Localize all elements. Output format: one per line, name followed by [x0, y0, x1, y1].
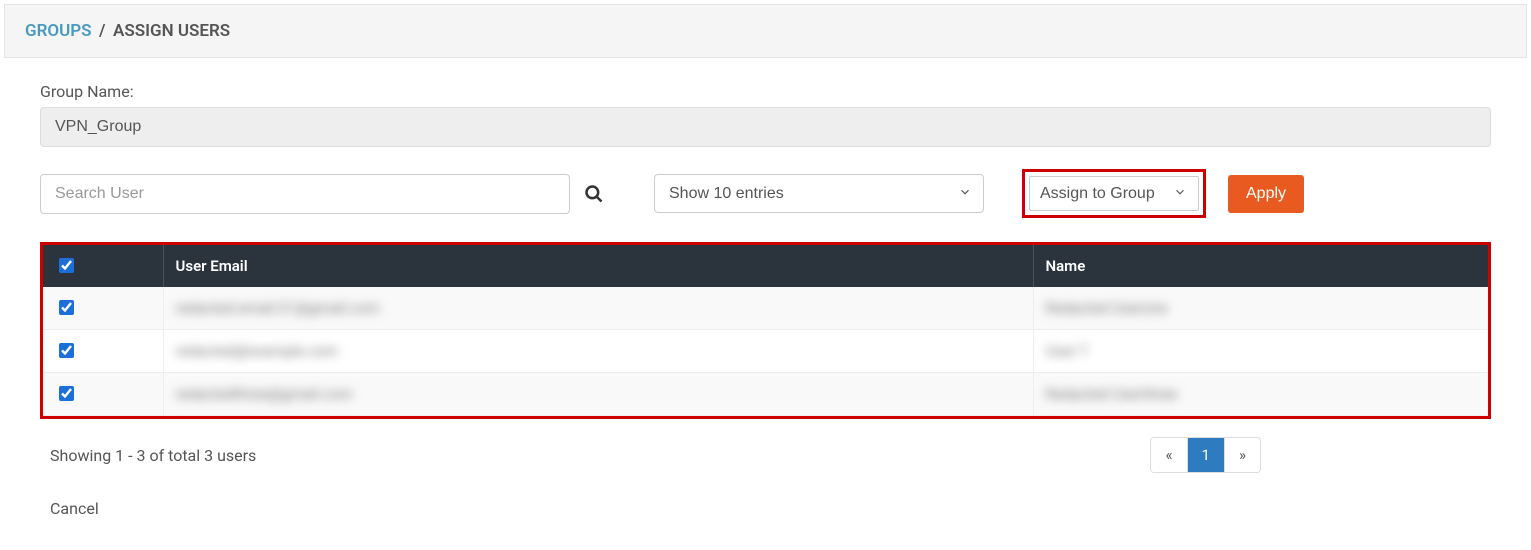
- breadcrumb-separator: /: [99, 21, 105, 41]
- group-name-label: Group Name:: [40, 82, 1491, 101]
- apply-button[interactable]: Apply: [1228, 175, 1304, 213]
- breadcrumb-groups-link[interactable]: GROUPS: [25, 21, 92, 41]
- pagination: « 1 »: [1150, 437, 1261, 473]
- user-email-cell: redactedthree@gmail.com: [176, 385, 353, 403]
- table-row: redacted@example.com User T: [43, 330, 1488, 373]
- user-email-cell: redacted.email.01@gmail.com: [176, 299, 380, 317]
- user-name-cell: Redacted Userone: [1046, 299, 1168, 317]
- users-table: User Email Name redacted.email.01@gmail.…: [43, 245, 1488, 416]
- group-name-field: [40, 107, 1491, 147]
- assign-to-group-select[interactable]: Assign to Group: [1029, 176, 1199, 211]
- cancel-link[interactable]: Cancel: [40, 499, 1491, 518]
- column-header-email[interactable]: User Email: [163, 245, 1033, 287]
- column-header-name[interactable]: Name: [1033, 245, 1488, 287]
- table-row: redacted.email.01@gmail.com Redacted Use…: [43, 287, 1488, 330]
- user-email-cell: redacted@example.com: [176, 342, 338, 360]
- row-checkbox[interactable]: [59, 343, 74, 358]
- select-all-header: [43, 245, 163, 287]
- search-user-input[interactable]: [40, 174, 570, 214]
- row-checkbox[interactable]: [59, 386, 74, 401]
- page-1[interactable]: 1: [1188, 438, 1225, 472]
- table-row: redactedthree@gmail.com Redacted Userthr…: [43, 373, 1488, 416]
- breadcrumb: GROUPS / ASSIGN USERS: [4, 4, 1527, 58]
- page-prev[interactable]: «: [1151, 438, 1187, 472]
- user-name-cell: Redacted Userthree: [1046, 385, 1178, 403]
- assign-highlight: Assign to Group: [1022, 169, 1206, 218]
- entries-select[interactable]: Show 10 entries: [654, 174, 984, 213]
- row-checkbox[interactable]: [59, 300, 74, 315]
- showing-count: Showing 1 - 3 of total 3 users: [50, 446, 256, 465]
- user-name-cell: User T: [1046, 342, 1089, 360]
- search-icon[interactable]: [582, 182, 606, 206]
- users-table-highlight: User Email Name redacted.email.01@gmail.…: [40, 242, 1491, 419]
- select-all-checkbox[interactable]: [59, 258, 74, 273]
- page-next[interactable]: »: [1225, 438, 1260, 472]
- breadcrumb-current: ASSIGN USERS: [113, 21, 230, 41]
